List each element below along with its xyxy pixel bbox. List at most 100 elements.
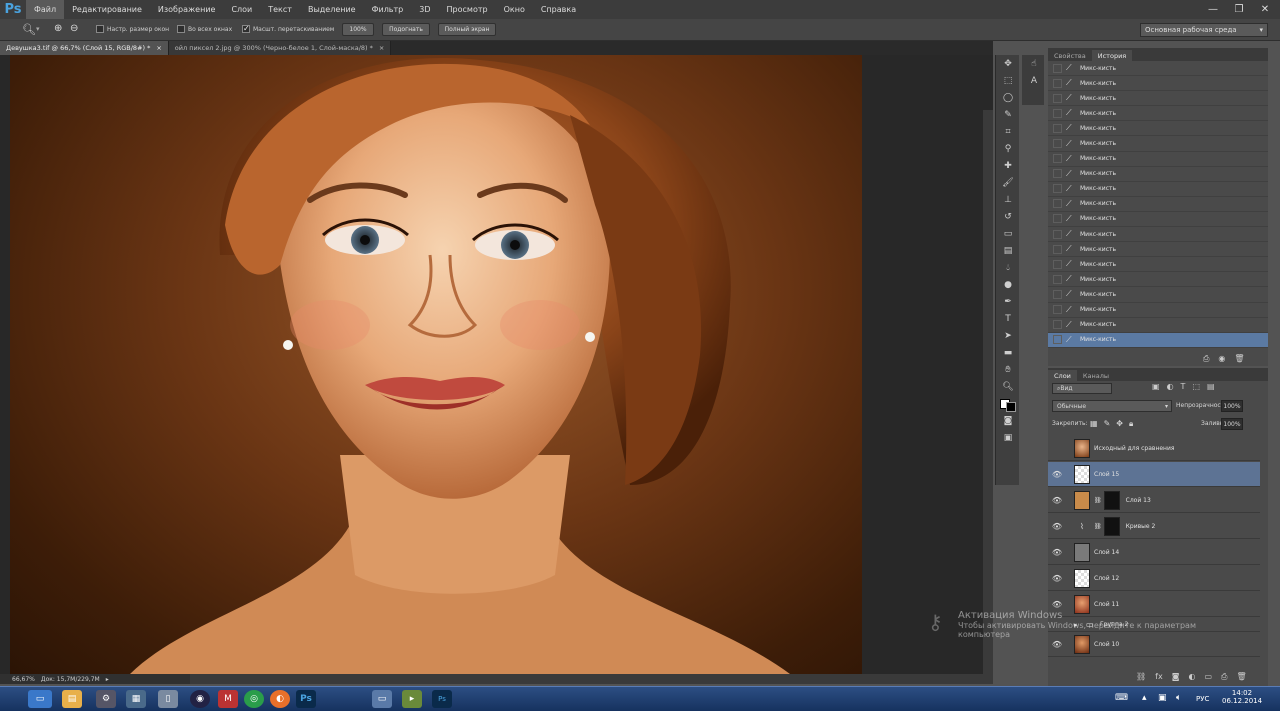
tab-document-1[interactable]: Девушка3.tif @ 66,7% (Слой 15, RGB/8#) *… [0,41,169,55]
tray-arrow-icon[interactable]: ▴ [1142,693,1147,703]
menu-file[interactable]: Файл [26,0,65,19]
close-tab-icon[interactable]: × [156,44,161,52]
firefox-icon[interactable]: ◐ [270,690,290,708]
pen-tool-icon[interactable]: ✒ [996,293,1020,310]
history-source-checkbox[interactable] [1053,139,1062,149]
quick-mask-icon[interactable]: ◙ [996,412,1020,429]
fit-screen-button[interactable]: Подогнать [382,23,430,36]
chrome-icon[interactable]: ◎ [244,690,264,708]
healing-tool-icon[interactable]: ✚ [996,157,1020,174]
lock-all-icon[interactable]: 🔒︎ [1129,419,1133,429]
new-layer-icon[interactable]: ⎙ [1221,672,1227,682]
maximize-icon[interactable]: ❐ [1226,0,1252,19]
workspace-select[interactable]: Основная рабочая среда ▾ [1140,23,1268,37]
move-tool-icon[interactable]: ✥ [996,55,1020,72]
layer-row-12[interactable]: 👁︎ Слой 12 [1048,566,1260,591]
app-icon[interactable]: M [218,690,238,708]
zoom-in-icon[interactable]: ⊕ [54,23,62,34]
history-item[interactable]: ⟋ Микс-кисть [1048,212,1268,228]
media-icon[interactable]: ◉ [190,690,210,708]
history-source-checkbox[interactable] [1053,335,1062,345]
history-item[interactable]: ⟋ Микс-кисть [1048,106,1268,122]
history-panel-icon[interactable]: ☝ [1022,55,1046,72]
portrait-artwork[interactable] [10,55,862,674]
type-filter-icon[interactable]: T [1181,382,1186,391]
fill-input[interactable]: 100% [1221,418,1243,430]
history-item[interactable]: ⟋ Микс-кисть [1048,121,1268,137]
history-source-checkbox[interactable] [1053,229,1062,239]
volume-icon[interactable]: 🔈︎ [1176,693,1181,703]
lock-transparent-icon[interactable]: ▦ [1090,419,1098,429]
marquee-tool-icon[interactable]: ⬚ [996,72,1020,89]
taskbar-window-icon[interactable]: ▸ [402,690,422,708]
history-source-checkbox[interactable] [1053,199,1062,209]
history-item[interactable]: ⟋ Микс-кисть [1048,182,1268,197]
minimize-icon[interactable]: — [1200,0,1226,19]
eye-icon[interactable]: 👁︎ [1048,522,1066,531]
start-button[interactable]: ▭ [28,690,52,708]
trash-icon[interactable]: 🗑︎ [1234,354,1244,364]
zoom-readout[interactable]: 66,67% [12,676,35,683]
tab-layers[interactable]: Слои [1048,370,1077,381]
link-layers-icon[interactable]: ⛓ [1136,672,1146,682]
history-source-checkbox[interactable] [1053,93,1062,103]
history-item[interactable]: ⟋ Микс-кисть [1048,242,1268,258]
menu-edit[interactable]: Редактирование [64,0,150,19]
canvas-area[interactable] [0,55,993,674]
history-source-checkbox[interactable] [1053,289,1062,299]
menu-image[interactable]: Изображение [150,0,224,19]
path-select-tool-icon[interactable]: ➤ [996,327,1020,344]
file-icon[interactable]: ▯ [158,690,178,708]
zoom-tool-icon[interactable]: 🔍︎ [996,378,1020,395]
lock-position-icon[interactable]: ✥ [1116,419,1123,429]
resize-windows-checkbox[interactable]: Настр. размер окон [96,25,169,33]
brush-tool-icon[interactable]: 🖌︎ [996,174,1020,191]
eye-icon[interactable]: 👁︎ [1048,600,1066,609]
fill-screen-button[interactable]: Полный экран [438,23,496,36]
eraser-tool-icon[interactable]: ▭ [996,225,1020,242]
shape-tool-icon[interactable]: ▬ [996,344,1020,361]
hand-tool-icon[interactable]: ✋︎ [996,361,1020,378]
history-source-checkbox[interactable] [1053,305,1062,315]
keyboard-icon[interactable]: ⌨ [1115,693,1128,703]
history-source-checkbox[interactable] [1053,184,1062,194]
history-item[interactable]: ⟋ Микс-кисть [1048,197,1268,212]
taskbar-window-icon[interactable]: ▭ [372,690,392,708]
history-item[interactable]: ⟋ Микс-кисть [1048,303,1268,318]
history-source-checkbox[interactable] [1053,78,1062,88]
opacity-input[interactable]: 100% [1221,400,1243,412]
image-filter-icon[interactable]: ▣ [1152,382,1160,391]
history-source-checkbox[interactable] [1053,214,1062,224]
new-group-icon[interactable]: ▭ [1204,672,1212,682]
gradient-tool-icon[interactable]: ▤ [996,242,1020,259]
history-item[interactable]: ⟋ Микс-кисть [1048,257,1268,273]
lasso-tool-icon[interactable]: ◯ [996,89,1020,106]
menu-filter[interactable]: Фильтр [364,0,412,19]
layer-row-15[interactable]: 👁︎ Слой 15 [1048,462,1260,487]
tab-document-2[interactable]: ойл пиксел 2.jpg @ 300% (Черно-белое 1, … [168,41,392,55]
layer-row-13[interactable]: 👁︎ ⛓ Слой 13 [1048,488,1260,513]
chevron-right-icon[interactable]: ▸ [106,676,109,683]
close-icon[interactable]: ✕ [1252,0,1278,19]
screen-mode-icon[interactable]: ▣ [996,429,1020,446]
menu-type[interactable]: Текст [260,0,300,19]
scrubby-zoom-checkbox[interactable]: ✓ Масшт. перетаскиванием [242,25,334,33]
menu-help[interactable]: Справка [533,0,584,19]
tab-properties[interactable]: Свойства [1048,50,1092,61]
app-icon[interactable]: ▦ [126,690,146,708]
vertical-scrollbar[interactable] [983,110,993,674]
adjustment-icon[interactable]: ◐ [1188,672,1195,682]
menu-select[interactable]: Выделение [300,0,364,19]
eye-icon[interactable]: 👁︎ [1048,548,1066,557]
history-item[interactable]: ⟋ Микс-кисть [1048,318,1268,333]
trash-icon[interactable]: 🗑︎ [1236,672,1246,682]
smart-filter-icon[interactable]: ▤ [1207,382,1215,391]
layer-row-curves[interactable]: 👁︎ ⌇ ⛓ Кривые 2 [1048,514,1260,539]
lock-pixels-icon[interactable]: ✎ [1104,419,1111,429]
layer-row-14[interactable]: 👁︎ Слой 14 [1048,540,1260,565]
history-source-checkbox[interactable] [1053,244,1062,254]
all-windows-checkbox[interactable]: Во всех окнах [177,25,232,33]
history-item[interactable]: ⟋ Микс-кисть [1048,227,1268,243]
close-tab-icon[interactable]: × [379,44,384,52]
tab-history[interactable]: История [1091,50,1133,61]
